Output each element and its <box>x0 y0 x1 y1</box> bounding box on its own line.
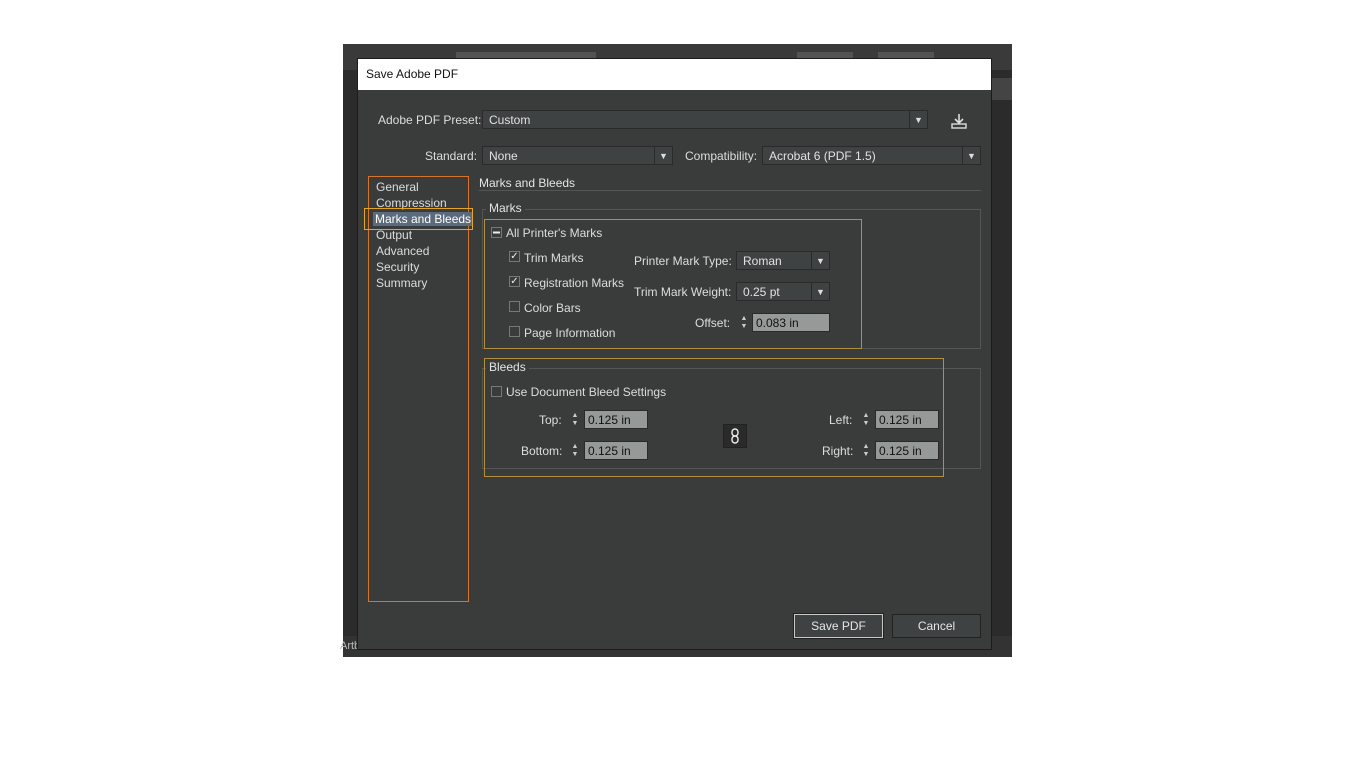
save-pdf-button[interactable]: Save PDF <box>793 613 884 639</box>
bleed-left-stepper[interactable]: ▲ ▼ <box>858 410 874 429</box>
bleed-top-input[interactable]: 0.125 in <box>584 410 648 429</box>
trim-mark-weight-value: 0.25 pt <box>743 285 780 299</box>
standard-dropdown[interactable]: None ▼ <box>482 146 673 165</box>
trim-marks-label: Trim Marks <box>524 251 584 265</box>
offset-stepper[interactable]: ▲ ▼ <box>736 313 752 332</box>
marks-group-title: Marks <box>486 201 525 215</box>
preset-value: Custom <box>489 113 531 127</box>
bleed-left-input[interactable]: 0.125 in <box>875 410 939 429</box>
section-title: Marks and Bleeds <box>479 176 576 190</box>
trim-mark-weight-dropdown[interactable]: 0.25 pt ▼ <box>736 282 830 301</box>
bleed-right-stepper[interactable]: ▲ ▼ <box>858 441 874 460</box>
all-printers-marks-label: All Printer's Marks <box>506 226 603 240</box>
chevron-down-icon: ▼ <box>909 111 927 128</box>
offset-label: Offset: <box>695 316 731 330</box>
selection-highlight <box>364 208 473 230</box>
bleed-top-stepper[interactable]: ▲ ▼ <box>567 410 583 429</box>
chevron-down-icon: ▼ <box>811 283 829 300</box>
dialog-title: Save Adobe PDF <box>366 67 459 81</box>
registration-marks-checkbox[interactable]: ✓ <box>509 276 520 287</box>
chevron-down-icon: ▼ <box>654 147 672 164</box>
save-pdf-dialog: Save Adobe PDF Adobe PDF Preset: Custom … <box>357 58 992 650</box>
printer-mark-type-value: Roman <box>743 254 782 268</box>
background-panel <box>992 78 1012 100</box>
category-list: General Compression Marks and Bleeds Out… <box>368 176 474 602</box>
bleed-right-input[interactable]: 0.125 in <box>875 441 939 460</box>
nav-item-advanced[interactable]: Advanced <box>374 244 431 258</box>
chevron-down-icon: ▼ <box>962 147 980 164</box>
preset-dropdown[interactable]: Custom ▼ <box>482 110 928 129</box>
printer-mark-type-label: Printer Mark Type: <box>634 254 732 268</box>
all-printers-marks-checkbox[interactable] <box>491 227 502 238</box>
link-icon[interactable] <box>723 424 747 448</box>
offset-input[interactable]: 0.083 in <box>752 313 830 332</box>
color-bars-label: Color Bars <box>524 301 581 315</box>
nav-item-summary[interactable]: Summary <box>374 276 429 290</box>
page-information-label: Page Information <box>524 326 616 340</box>
compatibility-dropdown[interactable]: Acrobat 6 (PDF 1.5) ▼ <box>762 146 981 165</box>
section-divider <box>479 190 981 191</box>
bleed-right-label: Right: <box>822 444 854 458</box>
printer-mark-type-dropdown[interactable]: Roman ▼ <box>736 251 830 270</box>
page-information-checkbox[interactable] <box>509 326 520 337</box>
nav-item-output[interactable]: Output <box>374 228 414 242</box>
nav-item-security[interactable]: Security <box>374 260 421 274</box>
use-document-bleed-label: Use Document Bleed Settings <box>506 385 667 399</box>
color-bars-checkbox[interactable] <box>509 301 520 312</box>
compatibility-label: Compatibility: <box>685 149 758 163</box>
trim-marks-checkbox[interactable]: ✓ <box>509 251 520 262</box>
dialog-titlebar[interactable]: Save Adobe PDF <box>358 59 991 90</box>
compatibility-value: Acrobat 6 (PDF 1.5) <box>769 149 876 163</box>
bleed-bottom-stepper[interactable]: ▲ ▼ <box>567 441 583 460</box>
registration-marks-label: Registration Marks <box>524 276 625 290</box>
standard-value: None <box>489 149 518 163</box>
bleed-bottom-label: Bottom: <box>521 444 563 458</box>
bleed-bottom-input[interactable]: 0.125 in <box>584 441 648 460</box>
save-preset-icon[interactable] <box>947 112 971 132</box>
trim-mark-weight-label: Trim Mark Weight: <box>634 285 732 299</box>
standard-label: Standard: <box>425 149 478 163</box>
use-document-bleed-checkbox[interactable] <box>491 386 502 397</box>
nav-item-general[interactable]: General <box>374 180 421 194</box>
bleed-left-label: Left: <box>829 413 853 427</box>
bleed-top-label: Top: <box>539 413 562 427</box>
cancel-button[interactable]: Cancel <box>892 614 981 638</box>
chevron-down-icon: ▼ <box>811 252 829 269</box>
preset-label: Adobe PDF Preset: <box>378 113 482 127</box>
